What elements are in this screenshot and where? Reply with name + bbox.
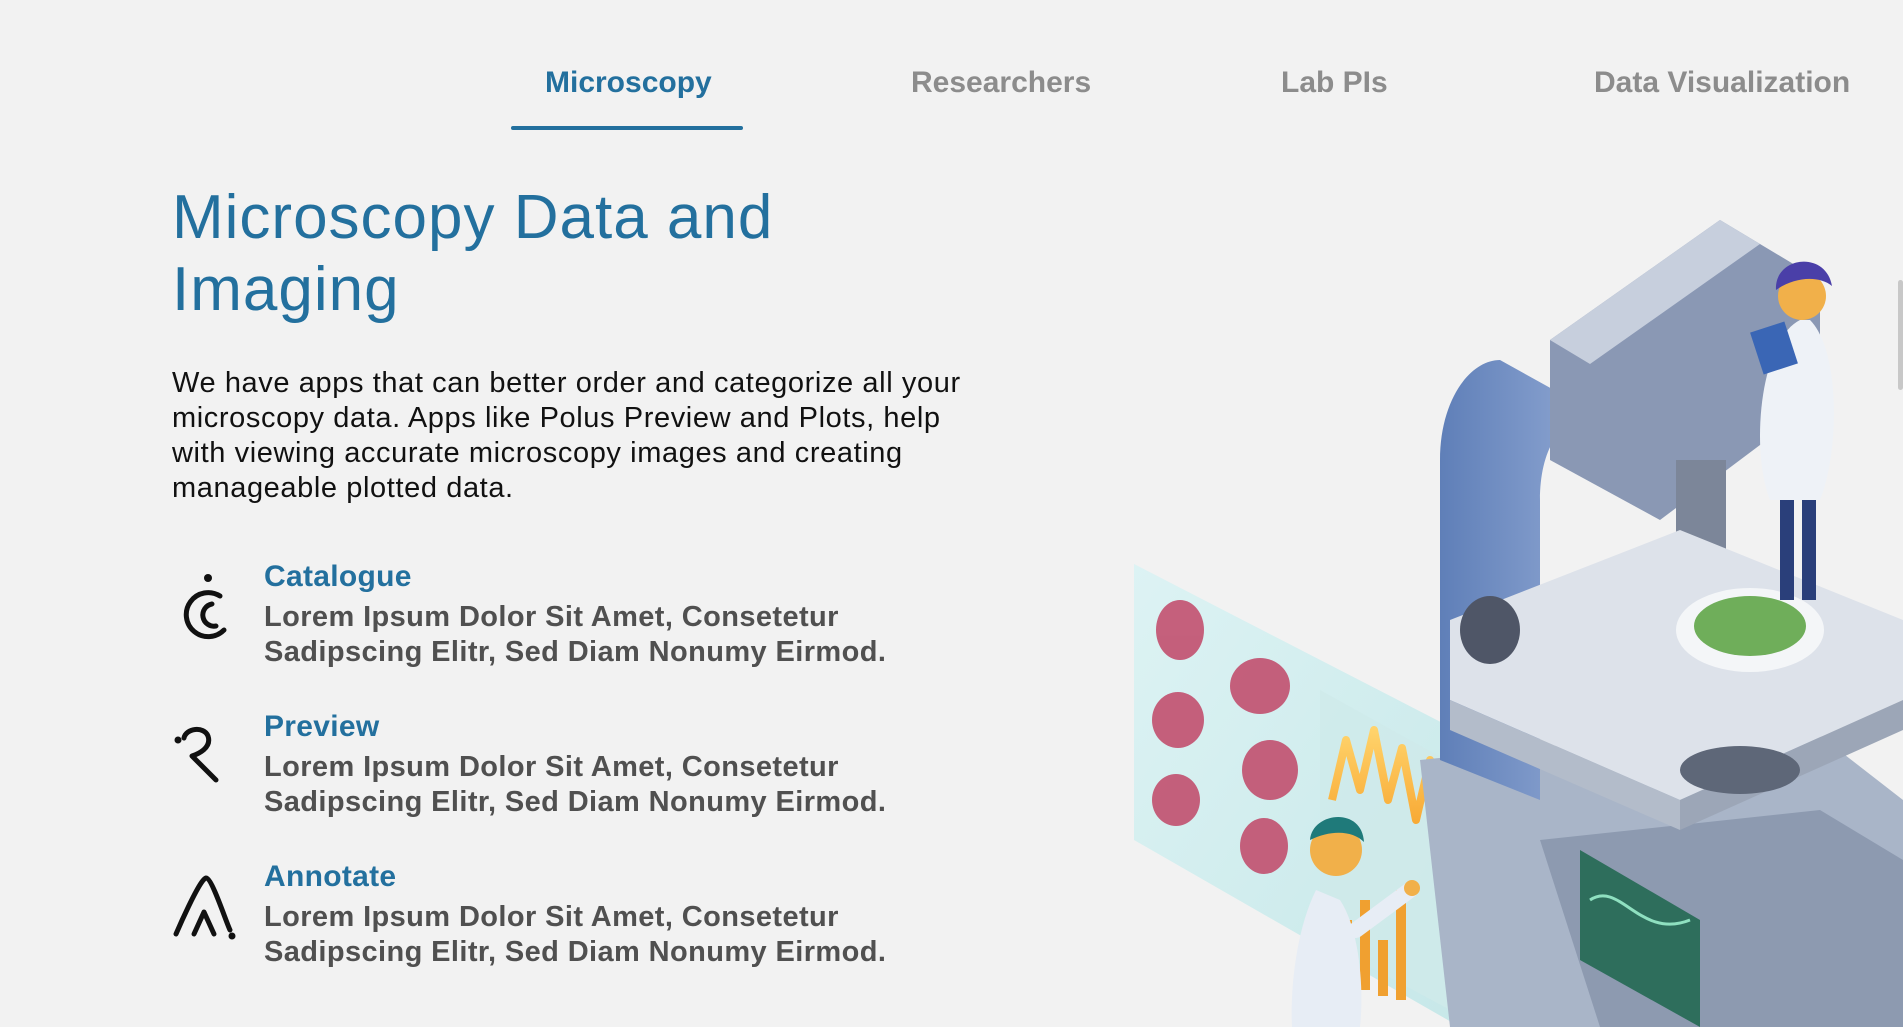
- scrollbar[interactable]: [1898, 280, 1903, 390]
- microscope-lab-illustration: [1134, 220, 1903, 1027]
- annotate-icon: [173, 875, 236, 940]
- intro-text: We have apps that can better order and c…: [172, 367, 961, 504]
- feature-catalogue-title[interactable]: Catalogue: [264, 560, 412, 594]
- feature-preview-description: Lorem Ipsum Dolor Sit Amet, Consetetur S…: [264, 751, 887, 818]
- feature-annotate-description: Lorem Ipsum Dolor Sit Amet, Consetetur S…: [264, 901, 887, 968]
- tab-data-visualization[interactable]: Data Visualization: [1594, 66, 1850, 100]
- microscope: [1420, 220, 1903, 1027]
- feature-preview-title[interactable]: Preview: [264, 710, 380, 744]
- feature-annotate-title[interactable]: Annotate: [264, 860, 396, 894]
- preview-icon: [174, 727, 219, 783]
- tab-researchers[interactable]: Researchers: [911, 66, 1091, 100]
- catalogue-icon: [183, 574, 227, 640]
- feature-annotate: Annotate Lorem Ipsum Dolor Sit Amet, Con…: [170, 860, 970, 980]
- feature-catalogue: Catalogue Lorem Ipsum Dolor Sit Amet, Co…: [170, 560, 970, 680]
- active-tab-indicator: [511, 126, 743, 130]
- page-title: Microscopy Data and Imaging: [172, 183, 774, 324]
- page: Microscopy Researchers Lab PIs Data Visu…: [0, 0, 1903, 1027]
- tab-bar: Microscopy Researchers Lab PIs Data Visu…: [0, 0, 1903, 140]
- feature-preview: Preview Lorem Ipsum Dolor Sit Amet, Cons…: [170, 710, 970, 830]
- tab-microscopy[interactable]: Microscopy: [545, 66, 712, 100]
- tab-lab-pis[interactable]: Lab PIs: [1281, 66, 1388, 100]
- feature-catalogue-description: Lorem Ipsum Dolor Sit Amet, Consetetur S…: [264, 601, 887, 668]
